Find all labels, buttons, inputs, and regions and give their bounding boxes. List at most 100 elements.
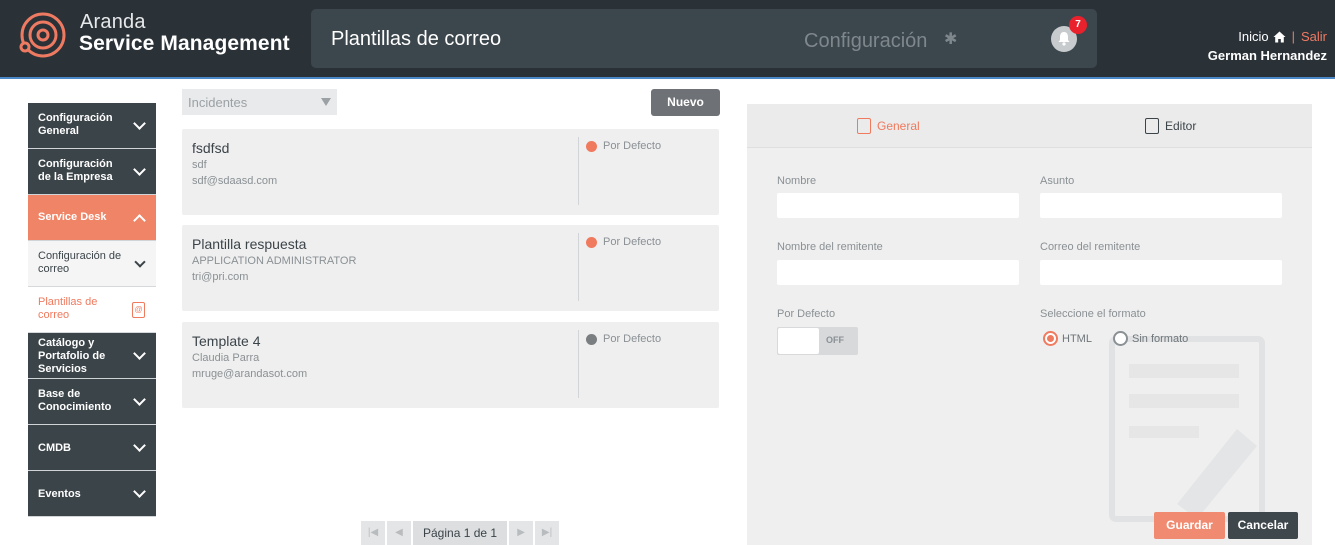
sender-name-label: Nombre del remitente: [777, 241, 883, 253]
sidebar-item-label: Configuración General: [38, 112, 113, 137]
form-tabs: General Editor: [747, 104, 1312, 148]
brand-product: Service Management: [79, 32, 290, 55]
template-card[interactable]: Template 4 Claudia Parra mruge@arandasot…: [182, 322, 719, 408]
default-label: Por Defecto: [603, 140, 662, 152]
next-page-button[interactable]: ▶: [509, 521, 534, 545]
card-divider: [578, 233, 579, 301]
sidebar-item-label: Catálogo y Portafolio de Servicios: [38, 337, 106, 375]
tab-editor[interactable]: Editor: [1145, 118, 1196, 134]
document-image-icon: [1145, 118, 1159, 134]
toggle-state: OFF: [826, 335, 844, 345]
sidebar-item-cmdb[interactable]: CMDB: [28, 425, 156, 471]
sidebar-item-label: Base de Conocimiento: [38, 388, 112, 413]
logout-link[interactable]: Salir: [1301, 29, 1327, 44]
asunto-input[interactable]: [1040, 193, 1282, 218]
sidebar-subitem-plantillas-correo[interactable]: Plantillas de correo @: [28, 287, 156, 333]
sidebar-item-catalogo[interactable]: Catálogo y Portafolio de Servicios: [28, 333, 156, 379]
default-status-dot: [586, 141, 597, 152]
template-sender: sdf: [192, 159, 207, 171]
tab-general[interactable]: General: [857, 118, 920, 134]
default-status-dot: [586, 334, 597, 345]
user-area: Inicio | Salir German Hernandez: [1208, 29, 1327, 63]
template-name: fsdfsd: [192, 140, 230, 156]
save-button[interactable]: Guardar: [1154, 512, 1225, 539]
sidebar-item-eventos[interactable]: Eventos: [28, 471, 156, 517]
chevron-down-icon: [133, 484, 146, 498]
sender-name-input[interactable]: [777, 260, 1019, 285]
home-link[interactable]: Inicio: [1238, 29, 1268, 44]
bell-icon: [1058, 32, 1070, 46]
default-label: Por Defecto: [603, 236, 662, 248]
aranda-logo-icon: [19, 12, 66, 58]
caret-down-icon: [321, 98, 331, 106]
sidebar-item-label: Configuración de la Empresa: [38, 158, 113, 183]
home-icon[interactable]: [1273, 31, 1286, 43]
radio-circle: [1113, 331, 1128, 346]
sidebar-item-configuracion-general[interactable]: Configuración General: [28, 103, 156, 149]
separator: |: [1291, 29, 1295, 44]
sidebar-item-label: Plantillas de correo: [38, 296, 98, 321]
chevron-down-icon: [134, 255, 146, 268]
toggle-knob: [778, 328, 819, 354]
top-header: Aranda Service Management Plantillas de …: [0, 0, 1335, 79]
asunto-label: Asunto: [1040, 175, 1075, 187]
default-label: Por Defecto: [603, 333, 662, 345]
template-card[interactable]: Plantilla respuesta APPLICATION ADMINIST…: [182, 225, 719, 311]
template-watermark-icon: [1109, 336, 1265, 522]
sidebar-subitem-configuracion-correo[interactable]: Configuración de correo: [28, 241, 156, 287]
chevron-down-icon: [133, 116, 146, 130]
format-plain-radio[interactable]: Sin formato: [1113, 331, 1188, 346]
cancel-button[interactable]: Cancelar: [1228, 512, 1298, 539]
sidebar-item-service-desk[interactable]: Service Desk: [28, 195, 156, 241]
sidebar-item-configuracion-empresa[interactable]: Configuración de la Empresa: [28, 149, 156, 195]
sender-email-label: Correo del remitente: [1040, 241, 1141, 253]
sender-email-input[interactable]: [1040, 260, 1282, 285]
sidebar-item-label: Service Desk: [38, 211, 107, 223]
first-page-button[interactable]: |◀: [361, 521, 385, 545]
document-edit-icon: [857, 118, 871, 134]
sidebar-item-label: Configuración de correo: [38, 250, 122, 275]
sidebar-item-label: Eventos: [38, 488, 81, 500]
gear-icon[interactable]: ✱: [944, 29, 957, 49]
template-name: Plantilla respuesta: [192, 236, 307, 252]
radio-circle: [1043, 331, 1058, 346]
last-page-button[interactable]: ▶|: [535, 521, 560, 545]
prev-page-button[interactable]: ◀: [387, 521, 411, 545]
title-bar: Plantillas de correo Configuración ✱ 7: [311, 9, 1097, 68]
chevron-down-icon: [133, 392, 146, 406]
card-divider: [578, 137, 579, 205]
sidebar: Configuración General Configuración de l…: [28, 103, 156, 517]
sidebar-item-base-conocimiento[interactable]: Base de Conocimiento: [28, 379, 156, 425]
email-template-icon: @: [132, 302, 145, 318]
tab-label: General: [877, 119, 920, 133]
template-form-panel: General Editor Nombre Asunto Nombre del …: [747, 104, 1312, 545]
default-label: Por Defecto: [777, 308, 836, 320]
chevron-down-icon: [133, 346, 146, 360]
default-toggle[interactable]: OFF: [777, 327, 858, 355]
radio-label: Sin formato: [1132, 332, 1189, 345]
template-sender: Claudia Parra: [192, 352, 260, 364]
new-template-button[interactable]: Nuevo: [651, 89, 720, 116]
category-select-value: Incidentes: [188, 95, 248, 110]
page-indicator: Página 1 de 1: [413, 521, 508, 545]
notification-badge: 7: [1069, 16, 1087, 34]
template-name: Template 4: [192, 333, 261, 349]
radio-label: HTML: [1062, 332, 1092, 345]
chevron-down-icon: [133, 162, 146, 176]
template-email: tri@pri.com: [192, 271, 249, 283]
category-select[interactable]: Incidentes: [182, 89, 337, 115]
user-name: German Hernandez: [1207, 48, 1327, 63]
template-card[interactable]: fsdfsd sdf sdf@sdaasd.com Por Defecto: [182, 129, 719, 215]
brand-name: Aranda: [80, 11, 146, 33]
format-label: Seleccione el formato: [1040, 308, 1146, 320]
nombre-input[interactable]: [777, 193, 1019, 218]
chevron-down-icon: [133, 438, 146, 452]
default-status-dot: [586, 237, 597, 248]
format-html-radio[interactable]: HTML: [1043, 331, 1092, 346]
template-email: sdf@sdaasd.com: [192, 175, 278, 187]
chevron-up-icon: [133, 213, 146, 227]
nombre-label: Nombre: [777, 175, 817, 187]
config-link[interactable]: Configuración: [804, 30, 927, 53]
pagination: |◀ ◀ Página 1 de 1 ▶ ▶|: [361, 521, 560, 545]
page-title: Plantillas de correo: [331, 28, 502, 50]
